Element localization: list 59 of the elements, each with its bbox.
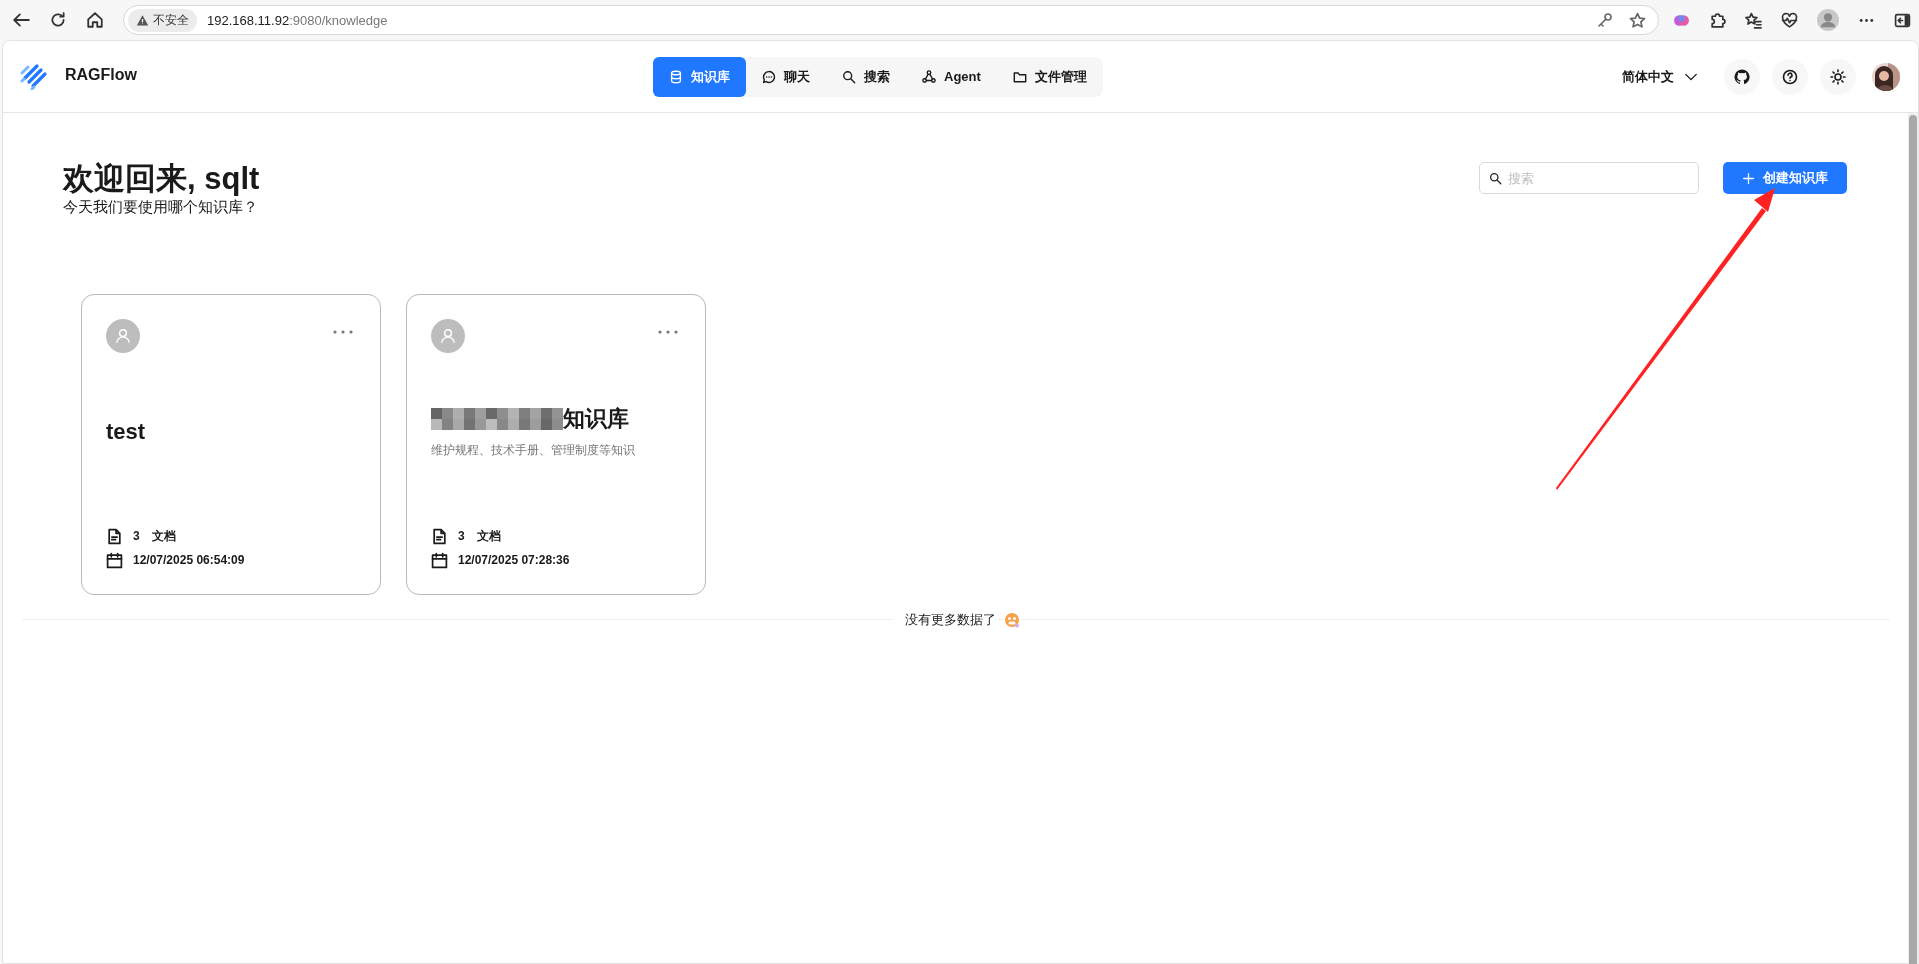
app-name: RAGFlow <box>65 65 137 84</box>
favorites-icon[interactable] <box>1745 11 1762 29</box>
card-title: test <box>106 418 146 445</box>
home-icon[interactable] <box>86 11 104 29</box>
document-icon <box>431 527 448 545</box>
search-icon <box>1489 172 1502 185</box>
more-icon[interactable] <box>332 328 354 336</box>
calendar-icon <box>431 551 448 569</box>
sidebar-icon[interactable] <box>1894 11 1911 29</box>
folder-icon <box>1012 69 1027 84</box>
calendar-icon <box>106 551 123 569</box>
plus-icon <box>1742 171 1755 185</box>
profile-icon[interactable] <box>1817 9 1839 31</box>
help-button[interactable] <box>1772 58 1808 95</box>
emoji-icon <box>1003 612 1020 628</box>
github-icon <box>1734 68 1750 85</box>
database-icon <box>669 69 683 84</box>
document-label: 文档 <box>151 527 176 545</box>
sun-icon <box>1830 68 1846 85</box>
nav-tab[interactable]: Agent <box>906 56 997 97</box>
nav-tab[interactable]: 聊天 <box>746 56 826 97</box>
card-title: 知识库 <box>563 405 629 433</box>
github-button[interactable] <box>1724 58 1760 95</box>
key-icon[interactable] <box>1597 12 1613 28</box>
created-date: 12/07/2025 06:54:09 <box>133 553 245 567</box>
more-icon[interactable] <box>657 328 679 336</box>
url-text: 192.168.11.92:9080/knowledge <box>207 12 389 28</box>
document-count: 3 <box>458 529 465 543</box>
chat-icon <box>762 69 776 84</box>
user-icon <box>114 327 132 345</box>
welcome-subtitle: 今天我们要使用哪个知识库？ <box>63 198 259 217</box>
address-bar[interactable]: 不安全 192.168.11.92:9080/knowledge <box>123 5 1659 35</box>
warning-icon <box>136 13 149 27</box>
document-count: 3 <box>133 529 140 543</box>
language-selector[interactable]: 简体中文 <box>1616 66 1704 87</box>
puzzle-icon[interactable] <box>1709 11 1726 29</box>
star-icon[interactable] <box>1629 11 1646 29</box>
security-indicator[interactable]: 不安全 <box>128 8 197 32</box>
card-description: 维护规程、技术手册、管理制度等知识 <box>431 442 636 459</box>
knowledge-card[interactable]: 知识库 维护规程、技术手册、管理制度等知识 3 文档 12/07/2025 07:28:36 <box>406 294 706 595</box>
created-date: 12/07/2025 07:28:36 <box>458 553 570 567</box>
help-icon <box>1782 68 1798 85</box>
nodes-icon <box>922 69 936 84</box>
welcome-title: 欢迎回来, sqlt <box>63 161 260 197</box>
reload-icon[interactable] <box>49 11 67 29</box>
nav-tab[interactable]: 文件管理 <box>996 56 1103 97</box>
user-icon <box>439 327 457 345</box>
theme-button[interactable] <box>1820 58 1856 95</box>
create-button[interactable]: 创建知识库 <box>1723 162 1847 194</box>
document-label: 文档 <box>476 527 501 545</box>
search-icon <box>842 69 856 84</box>
heart-pulse-icon[interactable] <box>1781 11 1798 29</box>
nav-tab[interactable]: 知识库 <box>653 56 746 97</box>
document-icon <box>106 527 123 545</box>
knowledge-card[interactable]: test 3 文档 12/07/2025 06:54:09 <box>81 294 381 595</box>
end-message: 没有更多数据了 <box>892 611 996 629</box>
arrow-left-icon[interactable] <box>12 11 30 29</box>
search-field[interactable]: 搜索 <box>1479 162 1699 194</box>
nav-tab[interactable]: 搜索 <box>826 56 906 97</box>
